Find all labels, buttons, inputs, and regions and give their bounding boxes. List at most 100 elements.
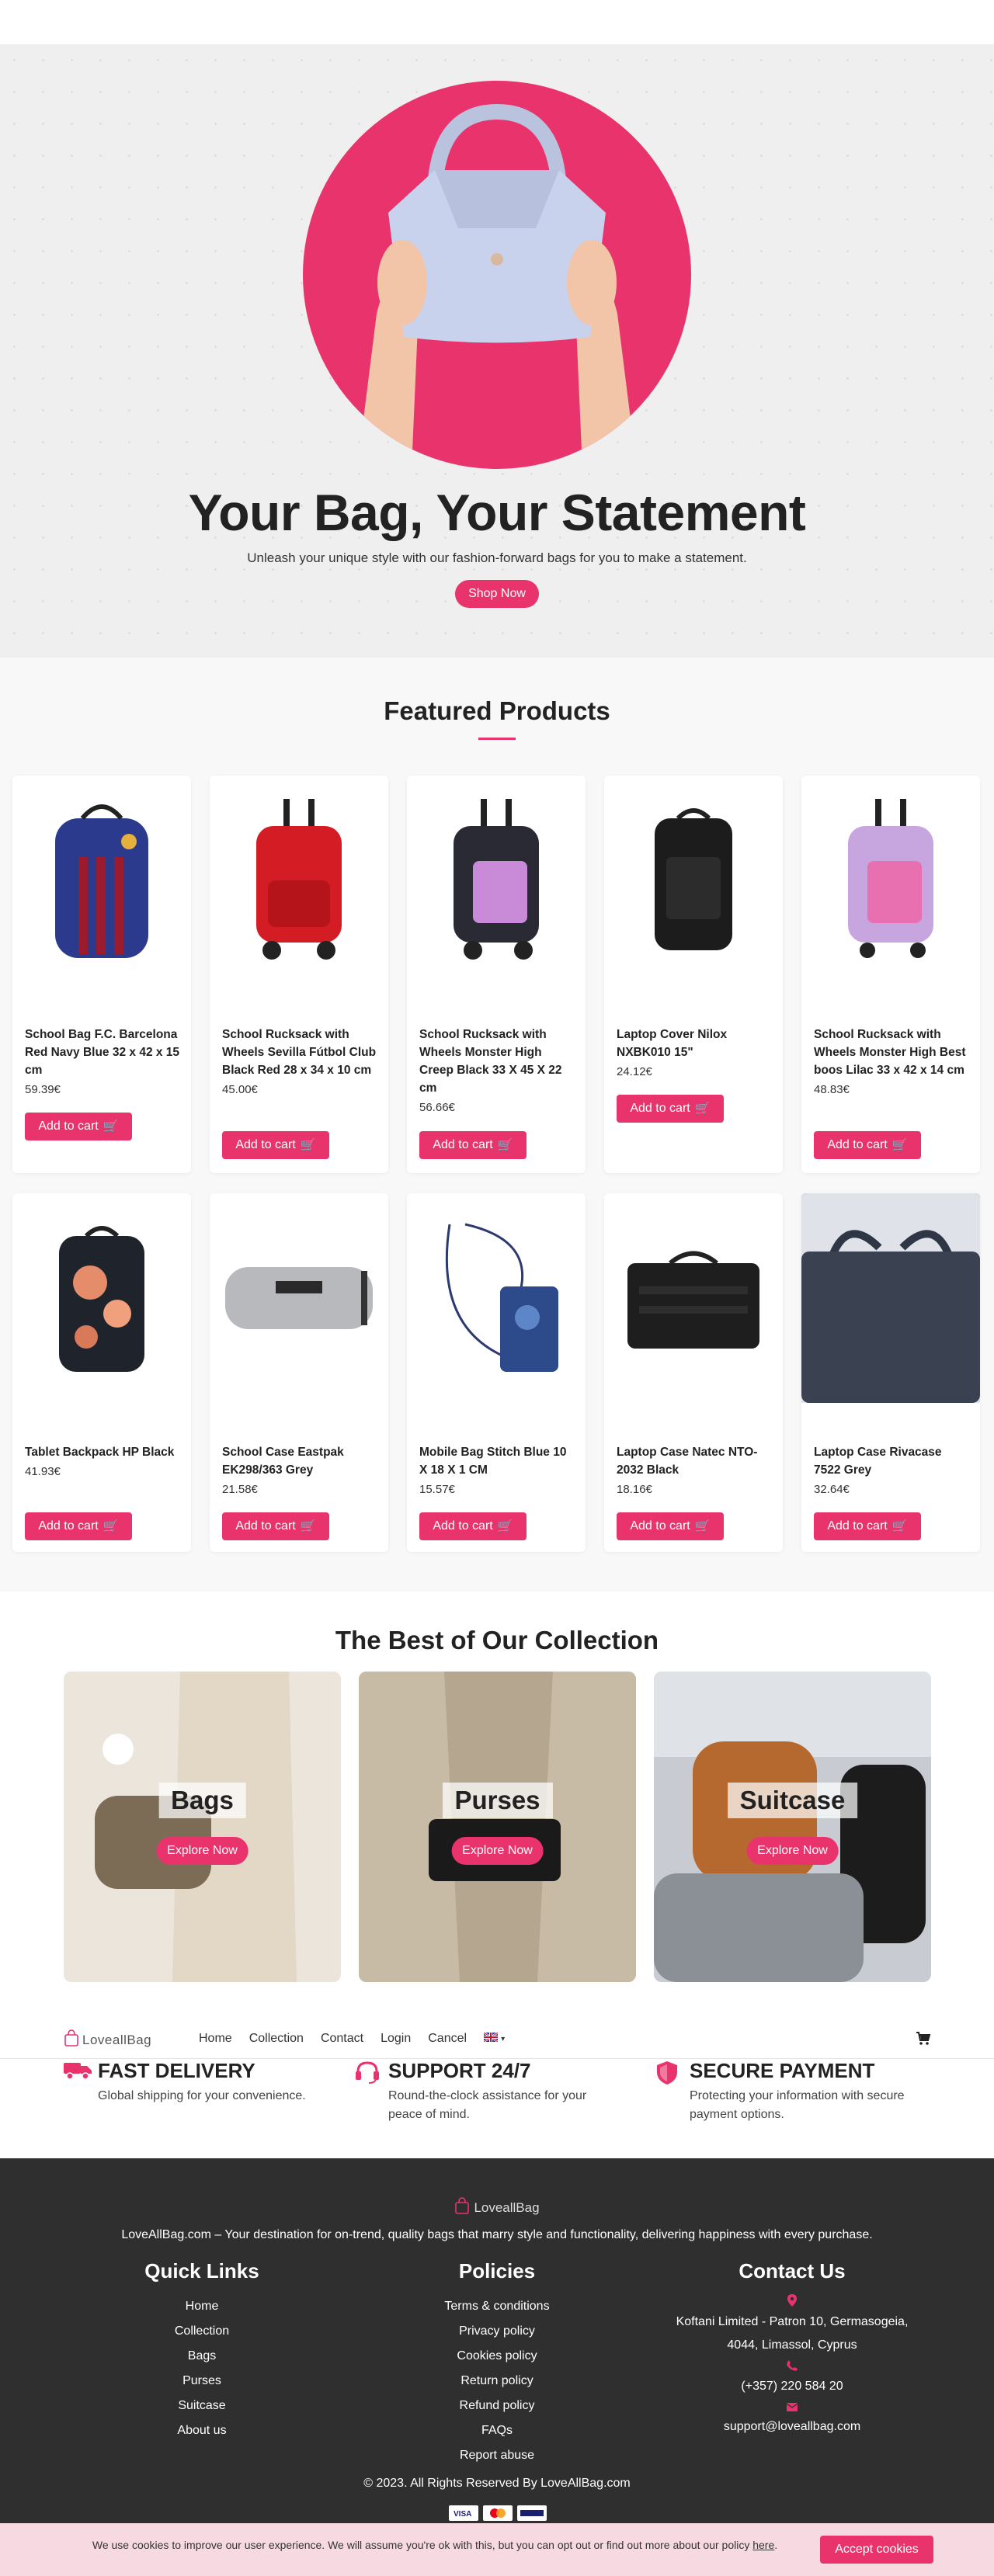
product-card[interactable]: School Bag F.C. Barcelona Red Navy Blue … — [12, 776, 191, 1173]
product-name[interactable]: Laptop Case Natec NTO-2032 Black 18.16€ — [617, 1443, 773, 1498]
nav-login[interactable]: Login — [381, 2032, 411, 2046]
add-to-cart-button[interactable]: Add to cart 🛒 — [419, 1512, 527, 1540]
phone-number[interactable]: (+357) 220 584 20 — [637, 2375, 947, 2398]
footer-link-cookies[interactable]: Cookies policy — [342, 2344, 652, 2369]
product-card[interactable]: Laptop Case Rivacase 7522 Grey 32.64€ Add… — [801, 1193, 980, 1552]
product-image[interactable] — [210, 1193, 388, 1403]
nav-links: Home Collection Contact Login Cancel ▾ — [199, 2019, 505, 2059]
footer-link-home[interactable]: Home — [47, 2294, 357, 2319]
shield-icon — [655, 2060, 679, 2089]
language-dropdown[interactable]: ▾ — [483, 2031, 505, 2046]
explore-now-button[interactable]: Explore Now — [451, 1837, 544, 1865]
footer-link-faqs[interactable]: FAQs — [342, 2418, 652, 2443]
add-to-cart-button[interactable]: Add to cart 🛒 — [419, 1131, 527, 1159]
product-card[interactable]: School Rucksack with Wheels Sevilla Fútb… — [210, 776, 388, 1173]
payment-methods: VISA — [449, 2505, 547, 2525]
email-address[interactable]: support@loveallbag.com — [637, 2415, 947, 2439]
product-image[interactable] — [604, 776, 783, 985]
feature-title: SECURE PAYMENT — [690, 2059, 875, 2082]
footer-link-about[interactable]: About us — [47, 2418, 357, 2443]
product-card[interactable]: Laptop Cover Nilox NXBK010 15" 24.12€ Add… — [604, 776, 783, 1173]
product-name[interactable]: Laptop Case Rivacase 7522 Grey 32.64€ — [814, 1443, 971, 1498]
map-marker-icon — [637, 2294, 947, 2310]
nav-cancel[interactable]: Cancel — [428, 2032, 467, 2046]
product-price: 18.16€ — [617, 1483, 652, 1496]
collection-image — [359, 1672, 636, 1982]
product-image[interactable] — [12, 776, 191, 985]
collection-card-suitcase[interactable]: Suitcase Explore Now — [654, 1672, 931, 1982]
mastercard-icon — [483, 2505, 513, 2525]
featured-title: Featured Products — [384, 696, 610, 725]
cart-icon: 🛒 — [694, 1102, 711, 1116]
add-to-cart-button[interactable]: Add to cart 🛒 — [25, 1512, 132, 1540]
cookie-policy-link[interactable]: here — [752, 2539, 774, 2551]
feature-description: Global shipping for your convenience. — [98, 2089, 306, 2102]
product-name[interactable]: School Rucksack with Wheels Sevilla Fútb… — [222, 1026, 379, 1099]
add-to-cart-button[interactable]: Add to cart 🛒 — [814, 1512, 921, 1540]
collection-label: Purses — [442, 1783, 553, 1818]
footer-link-suitcase[interactable]: Suitcase — [47, 2394, 357, 2418]
nav-contact[interactable]: Contact — [321, 2032, 363, 2046]
accept-cookies-button[interactable]: Accept cookies — [820, 2536, 933, 2564]
product-image[interactable] — [604, 1193, 783, 1403]
product-image[interactable] — [801, 1193, 980, 1403]
address-line-2: 4044, Limassol, Cyprus — [727, 2338, 857, 2352]
cart-icon[interactable] — [916, 2032, 931, 2050]
explore-now-button[interactable]: Explore Now — [746, 1837, 839, 1865]
collection-title: The Best of Our Collection — [335, 1626, 659, 1654]
product-image[interactable] — [407, 776, 586, 985]
product-card[interactable]: Mobile Bag Stitch Blue 10 X 18 X 1 CM 15.… — [407, 1193, 586, 1552]
add-to-cart-button[interactable]: Add to cart 🛒 — [617, 1512, 724, 1540]
policies-title: Policies — [458, 2259, 536, 2283]
product-image[interactable] — [801, 776, 980, 985]
footer-link-bags[interactable]: Bags — [47, 2344, 357, 2369]
bag-logo-icon — [64, 2029, 79, 2050]
product-image[interactable] — [12, 1193, 191, 1403]
contact-title: Contact Us — [739, 2259, 846, 2283]
add-to-cart-button[interactable]: Add to cart 🛒 — [617, 1095, 724, 1123]
add-to-cart-button[interactable]: Add to cart 🛒 — [222, 1131, 329, 1159]
footer-link-return[interactable]: Return policy — [342, 2369, 652, 2394]
product-card[interactable]: School Rucksack with Wheels Monster High… — [801, 776, 980, 1173]
navbar: LoveallBag Home Collection Contact Login… — [0, 2019, 994, 2059]
explore-now-button[interactable]: Explore Now — [156, 1837, 248, 1865]
product-name[interactable]: School Bag F.C. Barcelona Red Navy Blue … — [25, 1026, 182, 1099]
add-to-cart-button[interactable]: Add to cart 🛒 — [25, 1113, 132, 1140]
product-name[interactable]: Tablet Backpack HP Black 41.93€ — [25, 1443, 182, 1481]
product-card[interactable]: School Case Eastpak EK298/363 Grey 21.58€… — [210, 1193, 388, 1552]
cart-icon: 🛒 — [300, 1139, 316, 1152]
quick-links-column: Quick Links Home Collection Bags Purses … — [47, 2259, 357, 2443]
collection-card-purses[interactable]: Purses Explore Now — [359, 1672, 636, 1982]
quick-links-title: Quick Links — [144, 2259, 259, 2283]
product-name[interactable]: School Case Eastpak EK298/363 Grey 21.58€ — [222, 1443, 379, 1498]
add-to-cart-button[interactable]: Add to cart 🛒 — [222, 1512, 329, 1540]
product-card[interactable]: School Rucksack with Wheels Monster High… — [407, 776, 586, 1173]
footer-logo[interactable]: LoveallBag — [0, 2197, 994, 2218]
product-image[interactable] — [407, 1193, 586, 1403]
contact-column: Contact Us Koftani Limited - Patron 10, … — [637, 2259, 947, 2439]
product-card[interactable]: Tablet Backpack HP Black 41.93€ Add to ca… — [12, 1193, 191, 1552]
product-card[interactable]: Laptop Case Natec NTO-2032 Black 18.16€ A… — [604, 1193, 783, 1552]
product-name[interactable]: Mobile Bag Stitch Blue 10 X 18 X 1 CM 15.… — [419, 1443, 576, 1498]
phone-icon — [637, 2360, 947, 2375]
add-to-cart-button[interactable]: Add to cart 🛒 — [814, 1131, 921, 1159]
shop-now-button[interactable]: Shop Now — [455, 580, 539, 608]
product-image[interactable] — [210, 776, 388, 985]
footer-description: LoveAllBag.com – Your destination for on… — [121, 2228, 873, 2241]
footer-link-collection[interactable]: Collection — [47, 2319, 357, 2344]
cart-icon: 🛒 — [300, 1520, 316, 1533]
nav-home[interactable]: Home — [199, 2032, 232, 2046]
collection-label: Bags — [158, 1783, 246, 1818]
product-price: 15.57€ — [419, 1483, 455, 1496]
product-name[interactable]: School Rucksack with Wheels Monster High… — [419, 1026, 576, 1116]
footer-link-terms[interactable]: Terms & conditions — [342, 2294, 652, 2319]
nav-collection[interactable]: Collection — [249, 2032, 304, 2046]
product-name[interactable]: Laptop Cover Nilox NXBK010 15" 24.12€ — [617, 1026, 773, 1081]
footer-link-privacy[interactable]: Privacy policy — [342, 2319, 652, 2344]
footer-link-refund[interactable]: Refund policy — [342, 2394, 652, 2418]
collection-card-bags[interactable]: Bags Explore Now — [64, 1672, 341, 1982]
brand-logo[interactable]: LoveallBag — [64, 2029, 151, 2050]
footer-link-purses[interactable]: Purses — [47, 2369, 357, 2394]
footer-link-report-abuse[interactable]: Report abuse — [342, 2443, 652, 2468]
product-name[interactable]: School Rucksack with Wheels Monster High… — [814, 1026, 971, 1099]
